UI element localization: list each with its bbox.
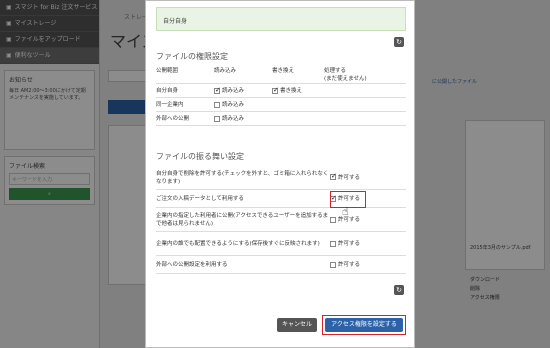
write-self[interactable]: 書き換え [272,83,324,98]
scope-company: 同一企業内 [156,97,214,112]
behavior-row-specified-users: 企業内の指定した利用者に公開(アクセスできるユーザーを追加するまで他者は見られま… [156,207,406,232]
checkbox-allow-specified-users[interactable] [330,216,336,223]
scope-self: 自分自身 [156,83,214,98]
checkbox-read-self[interactable] [214,86,221,94]
checkbox-allow-external[interactable] [330,261,336,268]
behavior-row-delete: 自分自身で削除を許可する(チェックを外すと、ゴミ箱に入れられなくなります) 許可… [156,165,406,190]
section-behavior-title: ファイルの振る舞い設定 [156,152,244,161]
behavior-row-order-data: ご注文の入稿データとして利用する 許可する [156,189,406,208]
read-self[interactable]: 読み込み [214,83,272,98]
checkbox-write-self[interactable] [272,86,279,94]
header-write: 書き換え [272,63,324,84]
read-external[interactable]: 読み込み [214,111,272,126]
refresh-icon[interactable]: ↻ [394,37,404,47]
refresh-icon-bottom[interactable]: ↻ [394,285,404,295]
cancel-button[interactable]: キャンセル [277,318,317,332]
permission-note: 自分自身 [156,7,406,31]
permission-header-row: 公開範囲 読み込み 書き換え 処理する (まだ使えません) [156,63,406,84]
checkbox-read-external[interactable] [214,115,220,122]
read-company[interactable]: 読み込み [214,97,272,112]
behavior-row-external: 外部への公開設定を利用する 許可する [156,255,406,274]
checkbox-read-company[interactable] [214,101,220,108]
behavior-table: 自分自身で削除を許可する(チェックを外すと、ゴミ箱に入れられなくなります) 許可… [156,165,406,274]
permission-row-external: 外部への公開 読み込み [156,111,406,126]
permission-row-self: 自分自身 読み込み 書き換え [156,83,406,98]
checkbox-allow-delete[interactable] [330,172,337,181]
hand-cursor-icon: ☝ [342,205,349,218]
section-permission-title: ファイルの権限設定 [156,52,228,61]
set-access-button[interactable]: アクセス権限を設定する [325,318,403,332]
checkbox-allow-anyone-company[interactable] [330,240,336,247]
permission-row-company: 同一企業内 読み込み [156,97,406,112]
access-modal: 自分自身 ↻ ファイルの権限設定 公開範囲 読み込み 書き換え 処理する (まだ… [145,0,415,348]
behavior-row-anyone-company: 企業内の誰でも配置できるようにする(保存後すぐに反映されます) 許可する [156,231,406,256]
header-scope: 公開範囲 [156,63,214,84]
scope-external: 外部への公開 [156,111,214,126]
header-delete: 処理する (まだ使えません) [324,63,406,84]
permission-table: 公開範囲 読み込み 書き換え 処理する (まだ使えません) 自分自身 読み込み … [156,63,406,126]
header-read: 読み込み [214,63,272,84]
